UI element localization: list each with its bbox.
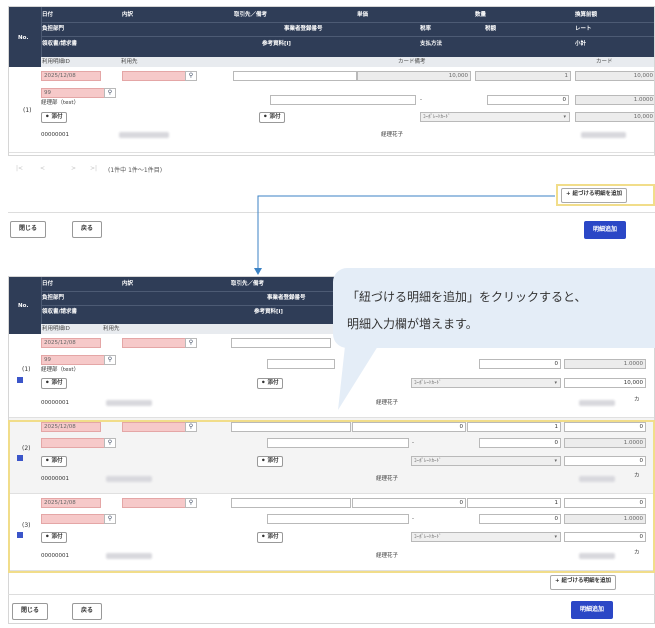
top-panel: No. 日付 内訳 取引先／備考 単価 数量 換算前額 負担部門 事業者登録番号… — [8, 6, 655, 156]
prev-page-button[interactable]: < — [40, 165, 45, 172]
row-number: (1) — [23, 107, 32, 114]
quantity-field: 1 — [475, 71, 571, 81]
chevron-down-icon: ▾ — [563, 114, 566, 120]
search-icon[interactable]: ⚲ — [185, 71, 197, 81]
search-icon[interactable]: ⚲ — [104, 88, 116, 98]
new-rows-highlight — [8, 420, 655, 573]
tax-rate-dash: - — [420, 97, 422, 103]
subtotal-field: 10,000 — [575, 112, 654, 122]
next-page-button[interactable]: > — [71, 165, 76, 172]
search-icon[interactable]: ⚲ — [104, 355, 116, 365]
amount-field: 10,000 — [575, 71, 654, 81]
back-button[interactable]: 戻る — [72, 603, 103, 620]
dept-code-field[interactable]: 99 — [41, 88, 105, 98]
header-subrow: 利用明細ID 利用先 カード備考 カード — [41, 57, 654, 67]
callout-line-1: 「紐づける明細を追加」をクリックすると、 — [347, 290, 587, 304]
close-button[interactable]: 閉じる — [10, 221, 47, 238]
dept-name: 経理部（test） — [41, 100, 80, 106]
callout-line-2: 明細入力欄が増えます。 — [347, 317, 478, 331]
first-page-button[interactable]: |< — [16, 165, 23, 172]
table-header: No. 日付 内訳 取引先／備考 単価 数量 換算前額 負担部門 事業者登録番号… — [9, 7, 654, 67]
plus-icon: + — [566, 191, 571, 197]
row-handle-icon[interactable] — [17, 377, 23, 383]
add-detail-button[interactable]: + 紐づける明細を追加 — [550, 575, 617, 590]
payment-method-select[interactable]: ｺｰﾎﾟﾚｰﾄｶｰﾄﾞ ▾ — [420, 112, 570, 122]
close-button[interactable]: 閉じる — [12, 603, 49, 620]
receipt-attach-button[interactable]: ⚫ 添付 — [41, 112, 67, 123]
reference-attach-button[interactable]: ⚫ 添付 — [259, 112, 285, 123]
search-icon[interactable]: ⚲ — [185, 338, 197, 348]
tax-field[interactable]: 0 — [487, 95, 569, 105]
pagination-bar: |< < > >| (1件中 1件～1件目) — [14, 165, 214, 175]
card-blurred — [581, 132, 626, 138]
approver-name: 経理花子 — [381, 132, 404, 138]
explanation-callout: 「紐づける明細を追加」をクリックすると、 明細入力欄が増えます。 — [333, 268, 655, 348]
registration-number-field[interactable] — [270, 95, 416, 105]
add-detail-button[interactable]: + 紐づける明細を追加 — [561, 188, 628, 203]
reference-attach-button[interactable]: ⚫ 添付 — [257, 378, 283, 389]
detail-id: 00000001 — [41, 132, 69, 138]
rate-field: 1.0000 — [575, 95, 654, 105]
add-line-button[interactable]: 明細追加 — [571, 601, 614, 619]
last-page-button[interactable]: >| — [90, 165, 97, 172]
pagination-info: (1件中 1件～1件目) — [108, 167, 163, 174]
vendor-blurred — [119, 132, 169, 138]
item-field[interactable] — [122, 71, 186, 81]
detail-record: (1) 2025/12/08 ⚲ 10,000 1 10,000 99 ⚲ 経理… — [9, 67, 654, 153]
header-no: No. — [18, 35, 29, 41]
partner-field[interactable] — [233, 71, 357, 81]
chevron-down-icon: ▾ — [554, 380, 557, 386]
payment-method-select[interactable]: ｺｰﾎﾟﾚｰﾄｶｰﾄﾞ ▾ — [411, 378, 561, 388]
unit-price-field: 10,000 — [357, 71, 471, 81]
add-line-button[interactable]: 明細追加 — [584, 221, 627, 239]
plus-icon: + — [555, 578, 560, 584]
date-field[interactable]: 2025/12/08 — [41, 71, 101, 81]
receipt-attach-button[interactable]: ⚫ 添付 — [41, 378, 67, 389]
back-button[interactable]: 戻る — [72, 221, 103, 238]
